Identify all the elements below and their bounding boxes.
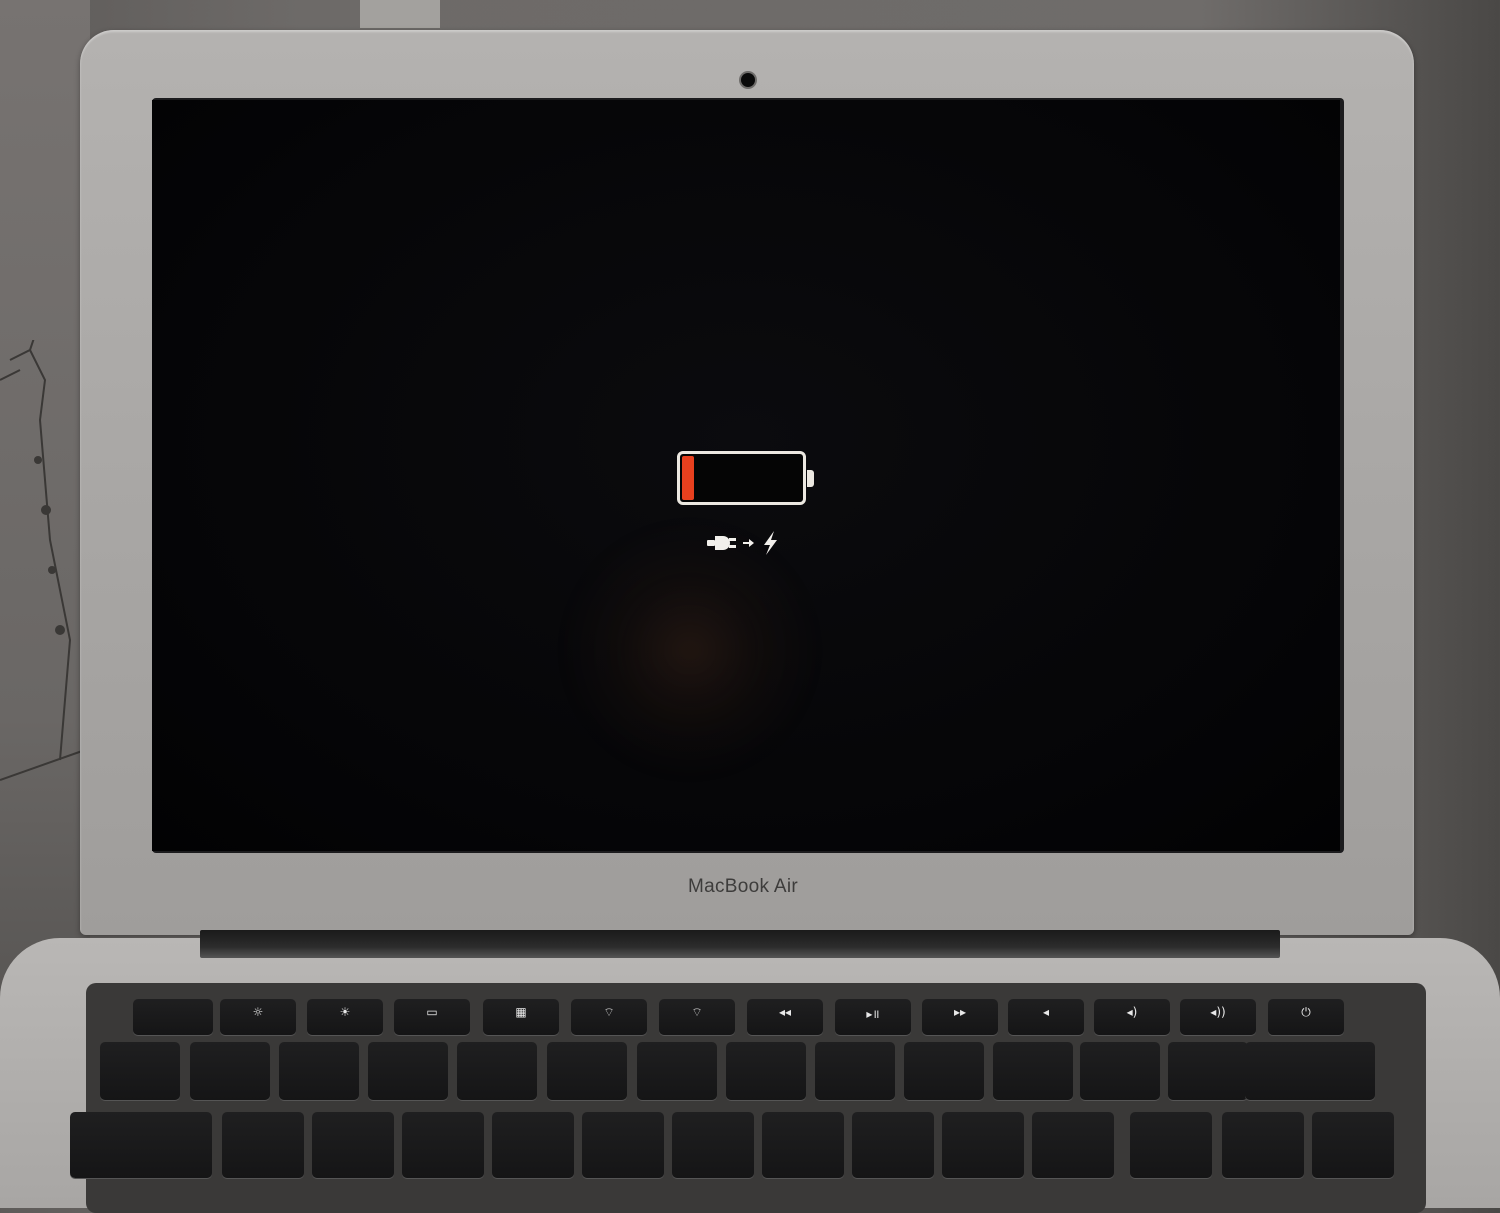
fast-forward-icon: ▸▸ xyxy=(953,1005,967,1019)
fn-key-f5[interactable]: ⌔ xyxy=(571,999,647,1035)
fn-key-f3[interactable]: ▭ xyxy=(394,999,470,1035)
hand-reflection xyxy=(560,520,820,780)
mute-icon: ◂ xyxy=(1042,1005,1050,1019)
key-`[interactable] xyxy=(100,1042,180,1100)
key-w[interactable] xyxy=(312,1112,394,1178)
key-8[interactable] xyxy=(815,1042,895,1100)
key--[interactable] xyxy=(1080,1042,1160,1100)
key-3[interactable] xyxy=(368,1042,448,1100)
hinge xyxy=(200,930,1280,958)
keyboard-light-down-icon: ⌔ xyxy=(603,1005,615,1019)
fn-key-esc[interactable] xyxy=(133,999,213,1035)
key-q[interactable] xyxy=(222,1112,304,1178)
play-pause-icon: ▸॥ xyxy=(866,1007,880,1021)
key-0[interactable] xyxy=(993,1042,1073,1100)
fn-key-f2[interactable]: ☀ xyxy=(307,999,383,1035)
fn-key-f8[interactable]: ▸॥ xyxy=(835,999,911,1035)
key-][interactable] xyxy=(1222,1112,1304,1178)
camera-icon xyxy=(741,73,755,87)
volume-down-icon: ◂) xyxy=(1126,1005,1138,1019)
key-u[interactable] xyxy=(762,1112,844,1178)
fn-key-f9[interactable]: ▸▸ xyxy=(922,999,998,1035)
key-2[interactable] xyxy=(279,1042,359,1100)
lightning-bolt-icon xyxy=(764,531,777,555)
key-e[interactable] xyxy=(402,1112,484,1178)
launchpad-icon: ▦ xyxy=(515,1005,527,1019)
volume-up-icon: ◂)) xyxy=(1210,1005,1226,1019)
wall-patch xyxy=(360,0,440,28)
key-1[interactable] xyxy=(190,1042,270,1100)
key-r[interactable] xyxy=(492,1112,574,1178)
mission-control-icon: ▭ xyxy=(426,1005,438,1019)
key-y[interactable] xyxy=(672,1112,754,1178)
fn-key-f4[interactable]: ▦ xyxy=(483,999,559,1035)
brand-logo: MacBook Air xyxy=(688,876,798,897)
fn-key-f11[interactable]: ◂) xyxy=(1094,999,1170,1035)
fn-key-f7[interactable]: ◂◂ xyxy=(747,999,823,1035)
key-=[interactable] xyxy=(1168,1042,1248,1100)
fn-key-f10[interactable]: ◂ xyxy=(1008,999,1084,1035)
rewind-icon: ◂◂ xyxy=(778,1005,792,1019)
fn-key-power[interactable]: ⏻ xyxy=(1268,999,1344,1035)
giraffe-doodle xyxy=(0,340,86,781)
key-o[interactable] xyxy=(942,1112,1024,1178)
fn-key-f1[interactable]: ☼ xyxy=(220,999,296,1035)
key-4[interactable] xyxy=(457,1042,537,1100)
keyboard-light-up-icon: ⌔ xyxy=(691,1005,703,1019)
arrow-right-icon xyxy=(743,539,754,547)
key-7[interactable] xyxy=(726,1042,806,1100)
key-[[interactable] xyxy=(1130,1112,1212,1178)
brightness-down-icon: ☼ xyxy=(252,1005,264,1019)
fn-key-f12[interactable]: ◂)) xyxy=(1180,999,1256,1035)
brightness-up-icon: ☀ xyxy=(339,1005,351,1019)
key-i[interactable] xyxy=(852,1112,934,1178)
key-t[interactable] xyxy=(582,1112,664,1178)
key-5[interactable] xyxy=(547,1042,627,1100)
charge-indicator xyxy=(707,531,777,555)
battery-terminal xyxy=(807,470,814,487)
key-tab[interactable] xyxy=(70,1112,212,1178)
key-\[interactable] xyxy=(1312,1112,1394,1178)
key-6[interactable] xyxy=(637,1042,717,1100)
battery-icon xyxy=(677,451,806,505)
power-icon: ⏻ xyxy=(1301,1005,1311,1019)
plug-icon xyxy=(707,536,736,550)
key-delete[interactable] xyxy=(1245,1042,1375,1100)
battery-level xyxy=(682,456,694,500)
key-9[interactable] xyxy=(904,1042,984,1100)
key-p[interactable] xyxy=(1032,1112,1114,1178)
fn-key-f6[interactable]: ⌔ xyxy=(659,999,735,1035)
